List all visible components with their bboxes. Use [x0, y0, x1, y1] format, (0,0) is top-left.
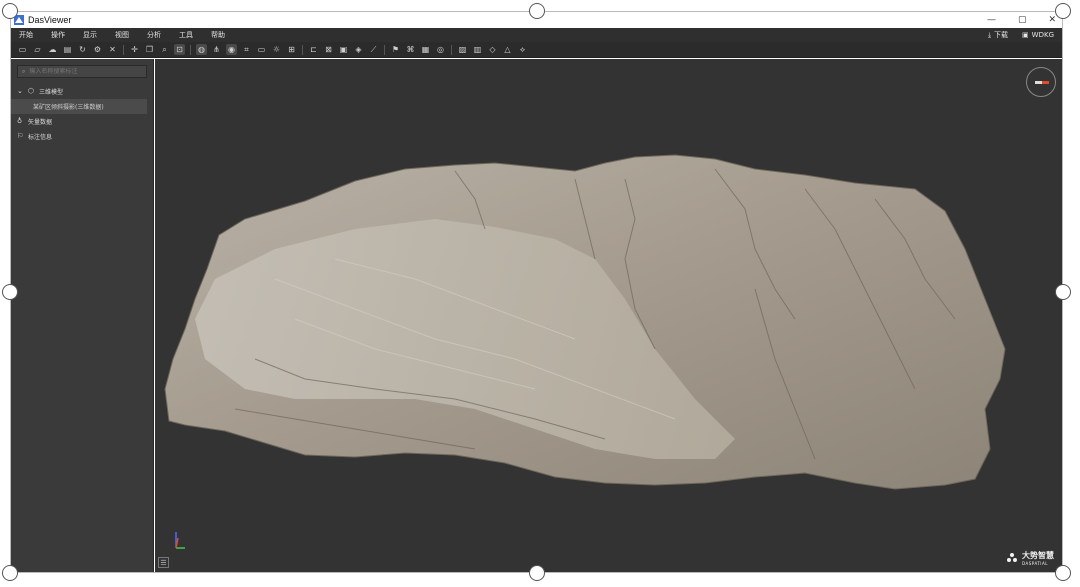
resize-handle[interactable]: [2, 284, 18, 300]
cube-icon: ⬡: [28, 87, 35, 95]
download-label: 下载: [994, 31, 1009, 39]
resize-handle[interactable]: [529, 3, 545, 19]
toolbar-separator: [302, 44, 303, 55]
menu-item-operate[interactable]: 操作: [51, 30, 65, 40]
close-icon[interactable]: ✕: [107, 44, 118, 55]
compass-needle: [1035, 81, 1049, 84]
zoom-icon[interactable]: ⌕: [159, 44, 170, 55]
close-window-button[interactable]: ✕: [1048, 15, 1056, 25]
window-title: DasViewer: [28, 15, 72, 25]
profile-icon[interactable]: ◈: [353, 44, 364, 55]
triangle-icon[interactable]: △: [502, 44, 513, 55]
toolbar: ▭ ▱ ☁ ▤ ↻ ⚙ ✕ ✛ ❐ ⌕ ⊡ ◍ ⋔ ◉ ⌗ ▭ ☼ ⊞ ⊏ ⊠ …: [11, 42, 1062, 58]
menu-item-display[interactable]: 显示: [83, 30, 97, 40]
resize-handle[interactable]: [1055, 565, 1071, 581]
terrain-model[interactable]: [155, 59, 1062, 572]
flag-icon: ⚐: [17, 132, 24, 140]
menu-icon: ☰: [160, 558, 167, 567]
settings-icon[interactable]: ⚙: [92, 44, 103, 55]
menu-item-tools[interactable]: 工具: [179, 30, 193, 40]
user-icon: ▣: [1022, 31, 1029, 39]
window-controls: — ▢ ✕: [987, 12, 1056, 28]
menu-item-view[interactable]: 视图: [115, 30, 129, 40]
pin-icon: ♁: [17, 117, 23, 125]
search-input[interactable]: [29, 68, 130, 75]
user-label: WDKG: [1031, 31, 1054, 39]
save-icon[interactable]: ▤: [62, 44, 73, 55]
user-account-button[interactable]: ▣ WDKG: [1022, 31, 1054, 39]
resize-handle[interactable]: [1055, 284, 1071, 300]
flag-icon[interactable]: ⚑: [390, 44, 401, 55]
search-icon: ⌕: [22, 67, 26, 75]
resize-handle[interactable]: [1055, 3, 1071, 19]
location-icon[interactable]: ◎: [435, 44, 446, 55]
tree-item-annotations[interactable]: ⚐ 标注信息: [11, 129, 153, 144]
new-icon[interactable]: ▭: [17, 44, 28, 55]
toolbar-separator: [123, 44, 124, 55]
menu-item-analysis[interactable]: 分析: [147, 30, 161, 40]
brand-sub: DASPATIAL: [1022, 561, 1048, 566]
globe-icon[interactable]: ◍: [196, 44, 207, 55]
tree-item-label: 三维模型: [39, 89, 64, 96]
sphere-icon[interactable]: ◉: [226, 44, 237, 55]
cube-icon[interactable]: ◇: [487, 44, 498, 55]
brand-logo-icon: [1007, 553, 1017, 562]
open-folder-icon[interactable]: ▱: [32, 44, 43, 55]
search-box[interactable]: ⌕: [17, 65, 147, 78]
layer-tree: ⌄ ⬡ 三维模型 某矿区倾斜摄影(三维数据) ♁ 矢量数据 ⚐ 标注信息: [11, 84, 153, 144]
application-window: DasViewer — ▢ ✕ 开始 操作 显示 视图 分析 工具 帮助 ⤓ 下…: [10, 11, 1063, 573]
measure-icon[interactable]: ⊏: [308, 44, 319, 55]
chevron-down-icon[interactable]: ⌄: [17, 88, 24, 95]
brand-watermark: 大势智慧 DASPATIAL: [1006, 550, 1054, 566]
frame-icon[interactable]: ⌗: [241, 44, 252, 55]
resize-handle[interactable]: [529, 565, 545, 581]
grid-icon[interactable]: ⊞: [286, 44, 297, 55]
layer-panel: ⌕ ⌄ ⬡ 三维模型 某矿区倾斜摄影(三维数据) ♁ 矢量数据 ⚐ 标注信息: [11, 59, 154, 572]
refresh-icon[interactable]: ↻: [77, 44, 88, 55]
tree-item-label: 某矿区倾斜摄影(三维数据): [33, 104, 104, 111]
copy-icon[interactable]: ❐: [144, 44, 155, 55]
tree-item-vector-data[interactable]: ♁ 矢量数据: [11, 114, 153, 129]
compass-icon[interactable]: [1026, 67, 1056, 97]
toolbar-separator: [451, 44, 452, 55]
menu-item-help[interactable]: 帮助: [211, 30, 225, 40]
tree-item-3d-model[interactable]: ⌄ ⬡ 三维模型: [11, 84, 153, 99]
tree-icon[interactable]: ⋔: [211, 44, 222, 55]
download-button[interactable]: ⤓ 下载: [988, 30, 1008, 40]
maximize-button[interactable]: ▢: [1018, 15, 1027, 25]
monitor-icon[interactable]: ▭: [256, 44, 267, 55]
download-icon: ⤓: [987, 30, 992, 39]
menu-item-start[interactable]: 开始: [19, 30, 33, 40]
select-icon[interactable]: ⊡: [174, 44, 185, 55]
resize-handle[interactable]: [2, 565, 18, 581]
toolbar-separator: [190, 44, 191, 55]
minimize-button[interactable]: —: [987, 15, 996, 25]
tree-item-label: 标注信息: [28, 134, 53, 141]
tag-icon[interactable]: ⌘: [405, 44, 416, 55]
image-icon[interactable]: ▦: [420, 44, 431, 55]
fly-icon[interactable]: ⟡: [517, 44, 528, 55]
move-icon[interactable]: ✛: [129, 44, 140, 55]
brand-name: 大势智慧: [1022, 551, 1054, 560]
toolbar-separator: [384, 44, 385, 55]
clip-icon[interactable]: ▨: [457, 44, 468, 55]
layer-icon[interactable]: ▥: [472, 44, 483, 55]
sun-icon[interactable]: ☼: [271, 44, 282, 55]
volume-icon[interactable]: ▣: [338, 44, 349, 55]
menu-bar: 开始 操作 显示 视图 分析 工具 帮助 ⤓ 下载 ▣ WDKG: [11, 28, 1062, 42]
cloud-icon[interactable]: ☁: [47, 44, 58, 55]
layers-toggle-button[interactable]: ☰: [158, 557, 169, 568]
3d-viewport[interactable]: ☰ 大势智慧 DASPATIAL: [155, 59, 1062, 572]
area-icon[interactable]: ⊠: [323, 44, 334, 55]
resize-handle[interactable]: [2, 3, 18, 19]
tree-item-label: 矢量数据: [28, 119, 53, 126]
slope-icon[interactable]: ⟋: [368, 44, 379, 55]
axis-gizmo-icon: [175, 532, 185, 549]
tree-item-mine-model[interactable]: 某矿区倾斜摄影(三维数据): [11, 99, 147, 114]
